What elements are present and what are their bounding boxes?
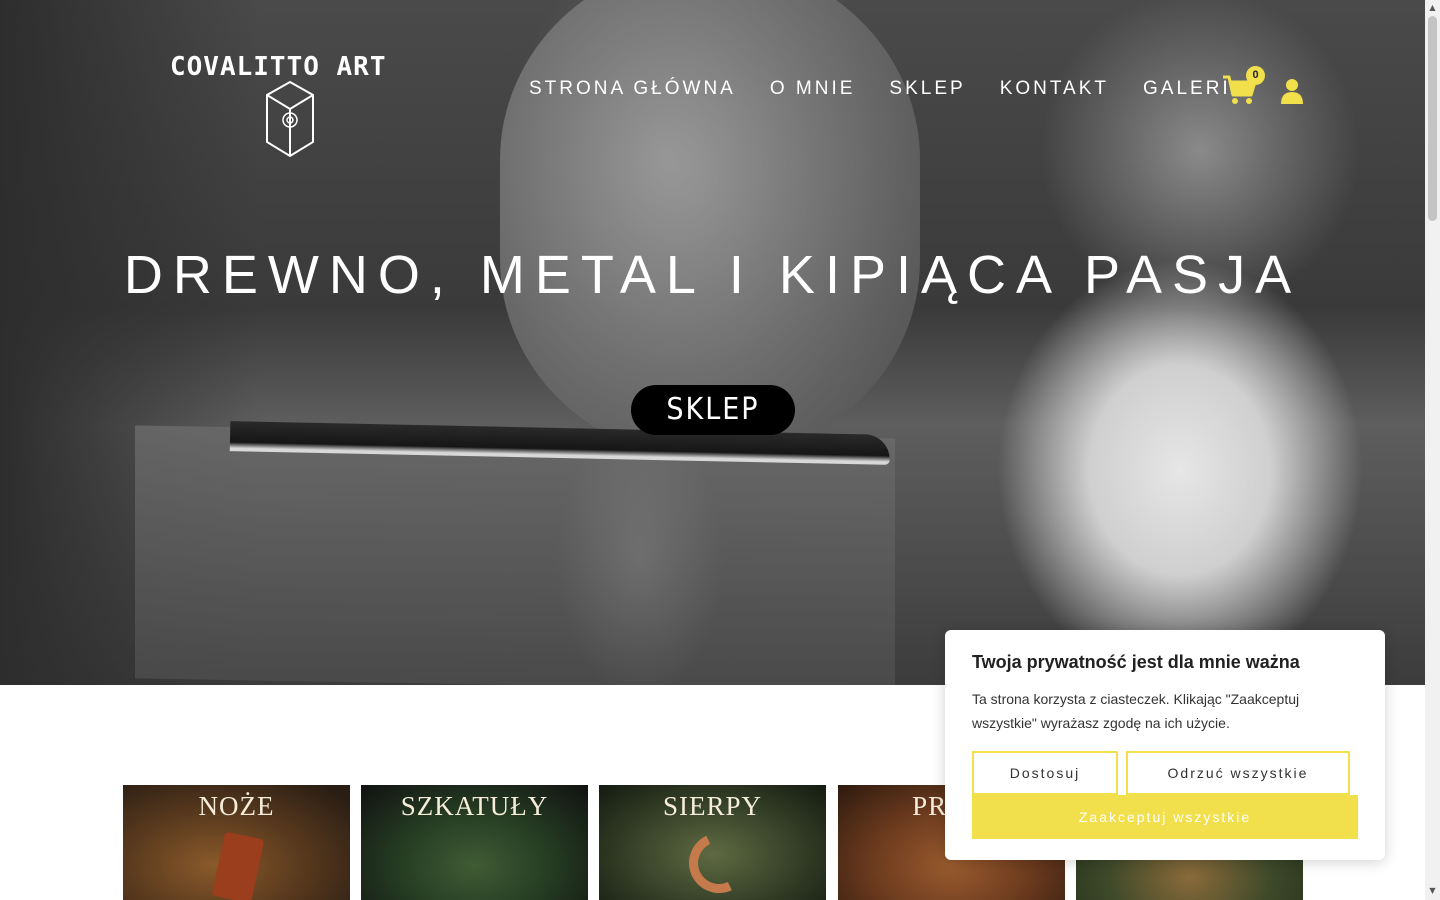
cookie-title: Twoja prywatność jest dla mnie ważna — [972, 652, 1300, 672]
category-label: NOŻE — [198, 791, 275, 821]
nav-item-contact[interactable]: KONTAKT — [1000, 78, 1109, 100]
cookie-accept-button[interactable]: Zaakceptuj wszystkie — [972, 795, 1358, 839]
scroll-thumb[interactable] — [1428, 16, 1437, 221]
user-icon[interactable] — [1280, 78, 1304, 104]
category-card-knives[interactable]: NOŻE — [123, 785, 350, 900]
cookie-text: Ta strona korzysta z ciasteczek. Klikają… — [972, 691, 1300, 731]
category-card-sickles[interactable]: SIERPY — [599, 785, 826, 900]
nav-item-home[interactable]: STRONA GŁÓWNA — [529, 78, 736, 100]
hero-banner: COVALITTO ART STRONA GŁÓWNA O MNIE SKLEP… — [0, 0, 1425, 685]
site-logo[interactable]: COVALITTO ART — [170, 52, 410, 162]
workbench-image — [135, 425, 895, 685]
nav-item-about[interactable]: O MNIE — [770, 78, 856, 100]
cookie-reject-button[interactable]: Odrzuć wszystkie — [1126, 751, 1350, 795]
nav-item-shop[interactable]: SKLEP — [889, 78, 965, 100]
page-scrollbar[interactable]: ▲ ▼ — [1425, 0, 1440, 900]
knife-handle-image — [211, 831, 265, 900]
main-nav: STRONA GŁÓWNA O MNIE SKLEP KONTAKT GALER… — [529, 78, 1280, 100]
hero-shop-button[interactable]: SKLEP — [631, 385, 795, 435]
cookie-customize-button[interactable]: Dostosuj — [972, 751, 1118, 795]
logo-cube-icon — [266, 80, 314, 158]
hero-title: DREWNO, METAL I KIPIĄCA PASJA — [123, 245, 1302, 305]
category-label: SZKATUŁY — [400, 791, 549, 821]
cart-count-badge: 0 — [1246, 66, 1265, 85]
category-label: SIERPY — [662, 791, 763, 821]
cookie-consent-dialog: Twoja prywatność jest dla mnie ważna Ta … — [945, 630, 1385, 860]
sickle-image — [680, 824, 758, 900]
logo-text: COVALITTO ART — [170, 52, 387, 82]
scroll-down-arrow-icon[interactable]: ▼ — [1428, 886, 1437, 896]
category-card-boxes[interactable]: SZKATUŁY — [361, 785, 588, 900]
scroll-up-arrow-icon[interactable]: ▲ — [1428, 3, 1437, 13]
